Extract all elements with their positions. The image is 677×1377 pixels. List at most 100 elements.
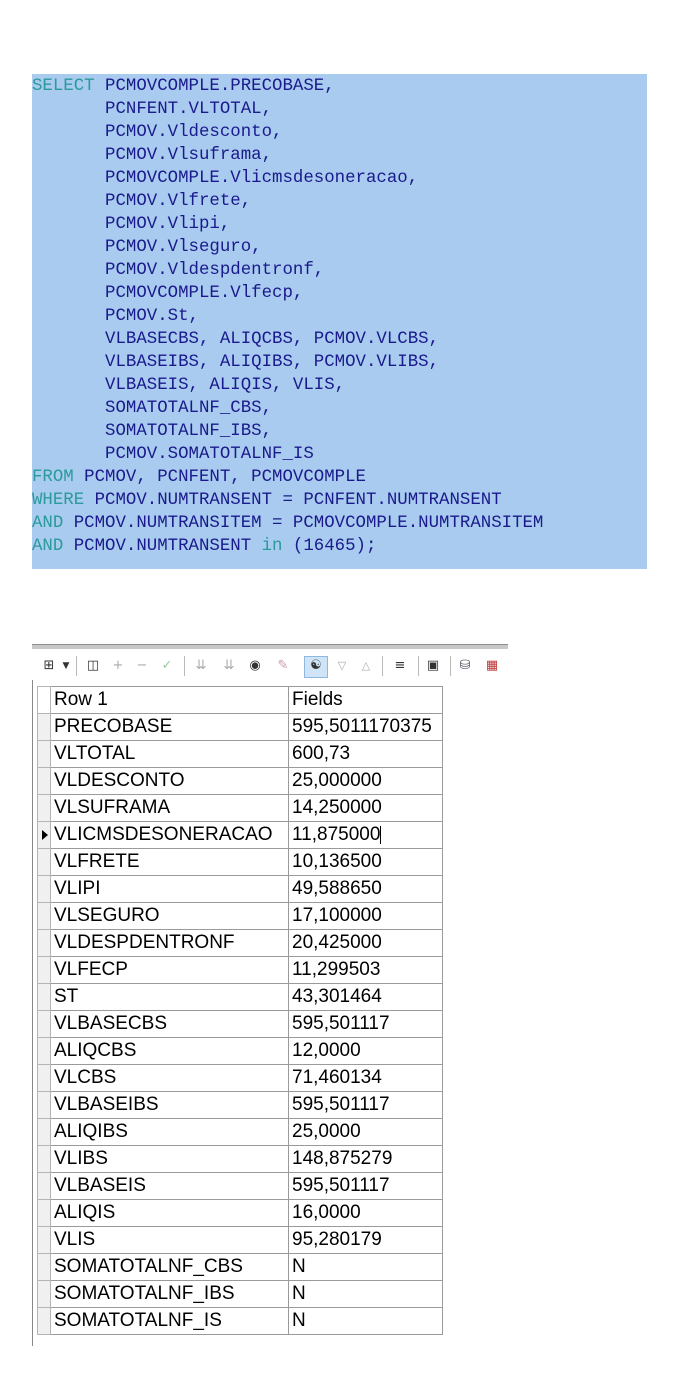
table-row[interactable]: VLIPI 49,588650 bbox=[37, 875, 443, 903]
field-name-cell[interactable]: SOMATOTALNF_IS bbox=[50, 1307, 289, 1335]
sql-line[interactable]: VLBASECBS, ALIQCBS, PCMOV.VLCBS, bbox=[32, 328, 439, 351]
row-indicator[interactable] bbox=[37, 929, 51, 957]
table-row[interactable]: ALIQIBS 25,0000 bbox=[37, 1118, 443, 1146]
sql-line[interactable]: PCMOV.Vlfrete, bbox=[32, 190, 251, 213]
table-row[interactable]: VLBASEIS 595,501117 bbox=[37, 1172, 443, 1200]
row-indicator[interactable] bbox=[37, 713, 51, 741]
row-indicator[interactable] bbox=[37, 767, 51, 795]
row-indicator[interactable] bbox=[37, 1253, 51, 1281]
field-value-cell[interactable]: 148,875279 bbox=[288, 1145, 443, 1173]
sql-line[interactable]: PCMOV.Vldespdentronf, bbox=[32, 259, 324, 282]
field-name-cell[interactable]: VLIPI bbox=[50, 875, 289, 903]
field-value-cell[interactable]: 14,250000 bbox=[288, 794, 443, 822]
field-name-cell[interactable]: VLBASEIBS bbox=[50, 1091, 289, 1119]
sql-line[interactable]: PCMOV.Vlseguro, bbox=[32, 236, 262, 259]
eraser-icon[interactable]: ✎ bbox=[274, 657, 292, 675]
table-row[interactable]: VLSUFRAMA 14,250000 bbox=[37, 794, 443, 822]
field-value-cell[interactable]: 43,301464 bbox=[288, 983, 443, 1011]
sql-line[interactable]: FROM PCMOV, PCNFENT, PCMOVCOMPLE bbox=[32, 466, 366, 489]
table-row[interactable]: VLCBS 71,460134 bbox=[37, 1064, 443, 1092]
field-value-cell[interactable]: 11,299503 bbox=[288, 956, 443, 984]
field-name-cell[interactable]: VLBASEIS bbox=[50, 1172, 289, 1200]
sql-line[interactable]: PCMOV.SOMATOTALNF_IS bbox=[32, 443, 314, 466]
row-indicator[interactable] bbox=[37, 956, 51, 984]
field-name-cell[interactable]: VLFECP bbox=[50, 956, 289, 984]
sql-line[interactable]: VLBASEIBS, ALIQIBS, PCMOV.VLIBS, bbox=[32, 351, 439, 374]
field-value-cell[interactable]: 71,460134 bbox=[288, 1064, 443, 1092]
sql-line[interactable]: SOMATOTALNF_IBS, bbox=[32, 420, 272, 443]
table-row[interactable]: VLBASECBS 595,501117 bbox=[37, 1010, 443, 1038]
row-indicator[interactable] bbox=[37, 1064, 51, 1092]
tree-icon[interactable]: ≡ bbox=[390, 657, 410, 675]
plus-icon[interactable]: + bbox=[110, 657, 126, 675]
database-icon[interactable]: ⛁ bbox=[456, 657, 474, 675]
field-value-cell[interactable]: N bbox=[288, 1280, 443, 1308]
table-row[interactable]: SOMATOTALNF_IBS N bbox=[37, 1280, 443, 1308]
field-name-cell[interactable]: PRECOBASE bbox=[50, 713, 289, 741]
table-row[interactable]: SOMATOTALNF_CBS N bbox=[37, 1253, 443, 1281]
row-indicator[interactable] bbox=[37, 1145, 51, 1173]
table-row[interactable]: PRECOBASE 595,5011170375 bbox=[37, 713, 443, 741]
column-header-row-1[interactable]: Row 1 bbox=[50, 686, 289, 714]
field-name-cell[interactable]: VLBASECBS bbox=[50, 1010, 289, 1038]
field-value-cell[interactable]: N bbox=[288, 1307, 443, 1335]
table-row[interactable]: VLDESPDENTRONF 20,425000 bbox=[37, 929, 443, 957]
field-name-cell[interactable]: ALIQIBS bbox=[50, 1118, 289, 1146]
row-indicator[interactable] bbox=[37, 1172, 51, 1200]
row-indicator[interactable] bbox=[37, 821, 51, 849]
field-name-cell[interactable]: VLSEGURO bbox=[50, 902, 289, 930]
table-row[interactable]: ALIQIS 16,0000 bbox=[37, 1199, 443, 1227]
field-name-cell[interactable]: VLDESCONTO bbox=[50, 767, 289, 795]
field-name-cell[interactable]: VLCBS bbox=[50, 1064, 289, 1092]
chart-icon[interactable]: ▦ bbox=[482, 657, 502, 675]
field-value-cell[interactable]: 25,0000 bbox=[288, 1118, 443, 1146]
table-row[interactable]: VLFECP 11,299503 bbox=[37, 956, 443, 984]
row-indicator[interactable] bbox=[37, 1307, 51, 1335]
field-name-cell[interactable]: VLFRETE bbox=[50, 848, 289, 876]
field-value-cell[interactable]: 11,875000 bbox=[288, 821, 443, 849]
table-row[interactable]: VLBASEIBS 595,501117 bbox=[37, 1091, 443, 1119]
field-value-cell[interactable]: 17,100000 bbox=[288, 902, 443, 930]
field-value-cell[interactable]: 595,501117 bbox=[288, 1091, 443, 1119]
table-row[interactable]: SOMATOTALNF_IS N bbox=[37, 1307, 443, 1335]
field-name-cell[interactable]: VLSUFRAMA bbox=[50, 794, 289, 822]
table-row[interactable]: VLIS 95,280179 bbox=[37, 1226, 443, 1254]
field-name-cell[interactable]: VLIS bbox=[50, 1226, 289, 1254]
row-indicator[interactable] bbox=[37, 875, 51, 903]
triangle-up-icon[interactable]: △ bbox=[358, 657, 374, 675]
table-row[interactable]: VLFRETE 10,136500 bbox=[37, 848, 443, 876]
sql-editor-selection[interactable]: SELECT PCMOVCOMPLE.PRECOBASE, PCNFENT.VL… bbox=[32, 74, 647, 569]
table-row[interactable]: ST 43,301464 bbox=[37, 983, 443, 1011]
filter-icon[interactable]: ☯ bbox=[304, 656, 328, 678]
row-indicator[interactable] bbox=[37, 1091, 51, 1119]
field-name-cell[interactable]: VLTOTAL bbox=[50, 740, 289, 768]
column-header-fields[interactable]: Fields bbox=[288, 686, 443, 714]
row-indicator[interactable] bbox=[37, 902, 51, 930]
table-row[interactable]: VLSEGURO 17,100000 bbox=[37, 902, 443, 930]
field-value-cell[interactable]: 16,0000 bbox=[288, 1199, 443, 1227]
row-indicator[interactable] bbox=[37, 1280, 51, 1308]
sql-line[interactable]: PCMOVCOMPLE.Vlfecp, bbox=[32, 282, 303, 305]
field-value-cell[interactable]: 12,0000 bbox=[288, 1037, 443, 1065]
row-indicator[interactable] bbox=[37, 1010, 51, 1038]
field-name-cell[interactable]: ALIQIS bbox=[50, 1199, 289, 1227]
sql-line[interactable]: PCMOVCOMPLE.Vlicmsdesoneracao, bbox=[32, 167, 418, 190]
field-value-cell[interactable]: 20,425000 bbox=[288, 929, 443, 957]
field-value-cell[interactable]: 10,136500 bbox=[288, 848, 443, 876]
field-value-cell[interactable]: N bbox=[288, 1253, 443, 1281]
table-row[interactable]: VLICMSDESONERACAO 11,875000 bbox=[37, 821, 443, 849]
field-value-cell[interactable]: 95,280179 bbox=[288, 1226, 443, 1254]
table-row[interactable]: ALIQCBS 12,0000 bbox=[37, 1037, 443, 1065]
field-value-cell[interactable]: 595,5011170375 bbox=[288, 713, 443, 741]
row-indicator[interactable] bbox=[37, 848, 51, 876]
sql-line[interactable]: AND PCMOV.NUMTRANSENT in (16465); bbox=[32, 535, 376, 558]
table-row[interactable]: VLDESCONTO 25,000000 bbox=[37, 767, 443, 795]
sql-line[interactable]: WHERE PCMOV.NUMTRANSENT = PCNFENT.NUMTRA… bbox=[32, 489, 502, 512]
field-name-cell[interactable]: VLIBS bbox=[50, 1145, 289, 1173]
field-name-cell[interactable]: ST bbox=[50, 983, 289, 1011]
field-value-cell[interactable]: 25,000000 bbox=[288, 767, 443, 795]
row-indicator[interactable] bbox=[37, 1199, 51, 1227]
double-down-icon[interactable]: ⇊ bbox=[192, 657, 210, 675]
field-value-cell[interactable]: 49,588650 bbox=[288, 875, 443, 903]
row-indicator[interactable] bbox=[37, 1118, 51, 1146]
